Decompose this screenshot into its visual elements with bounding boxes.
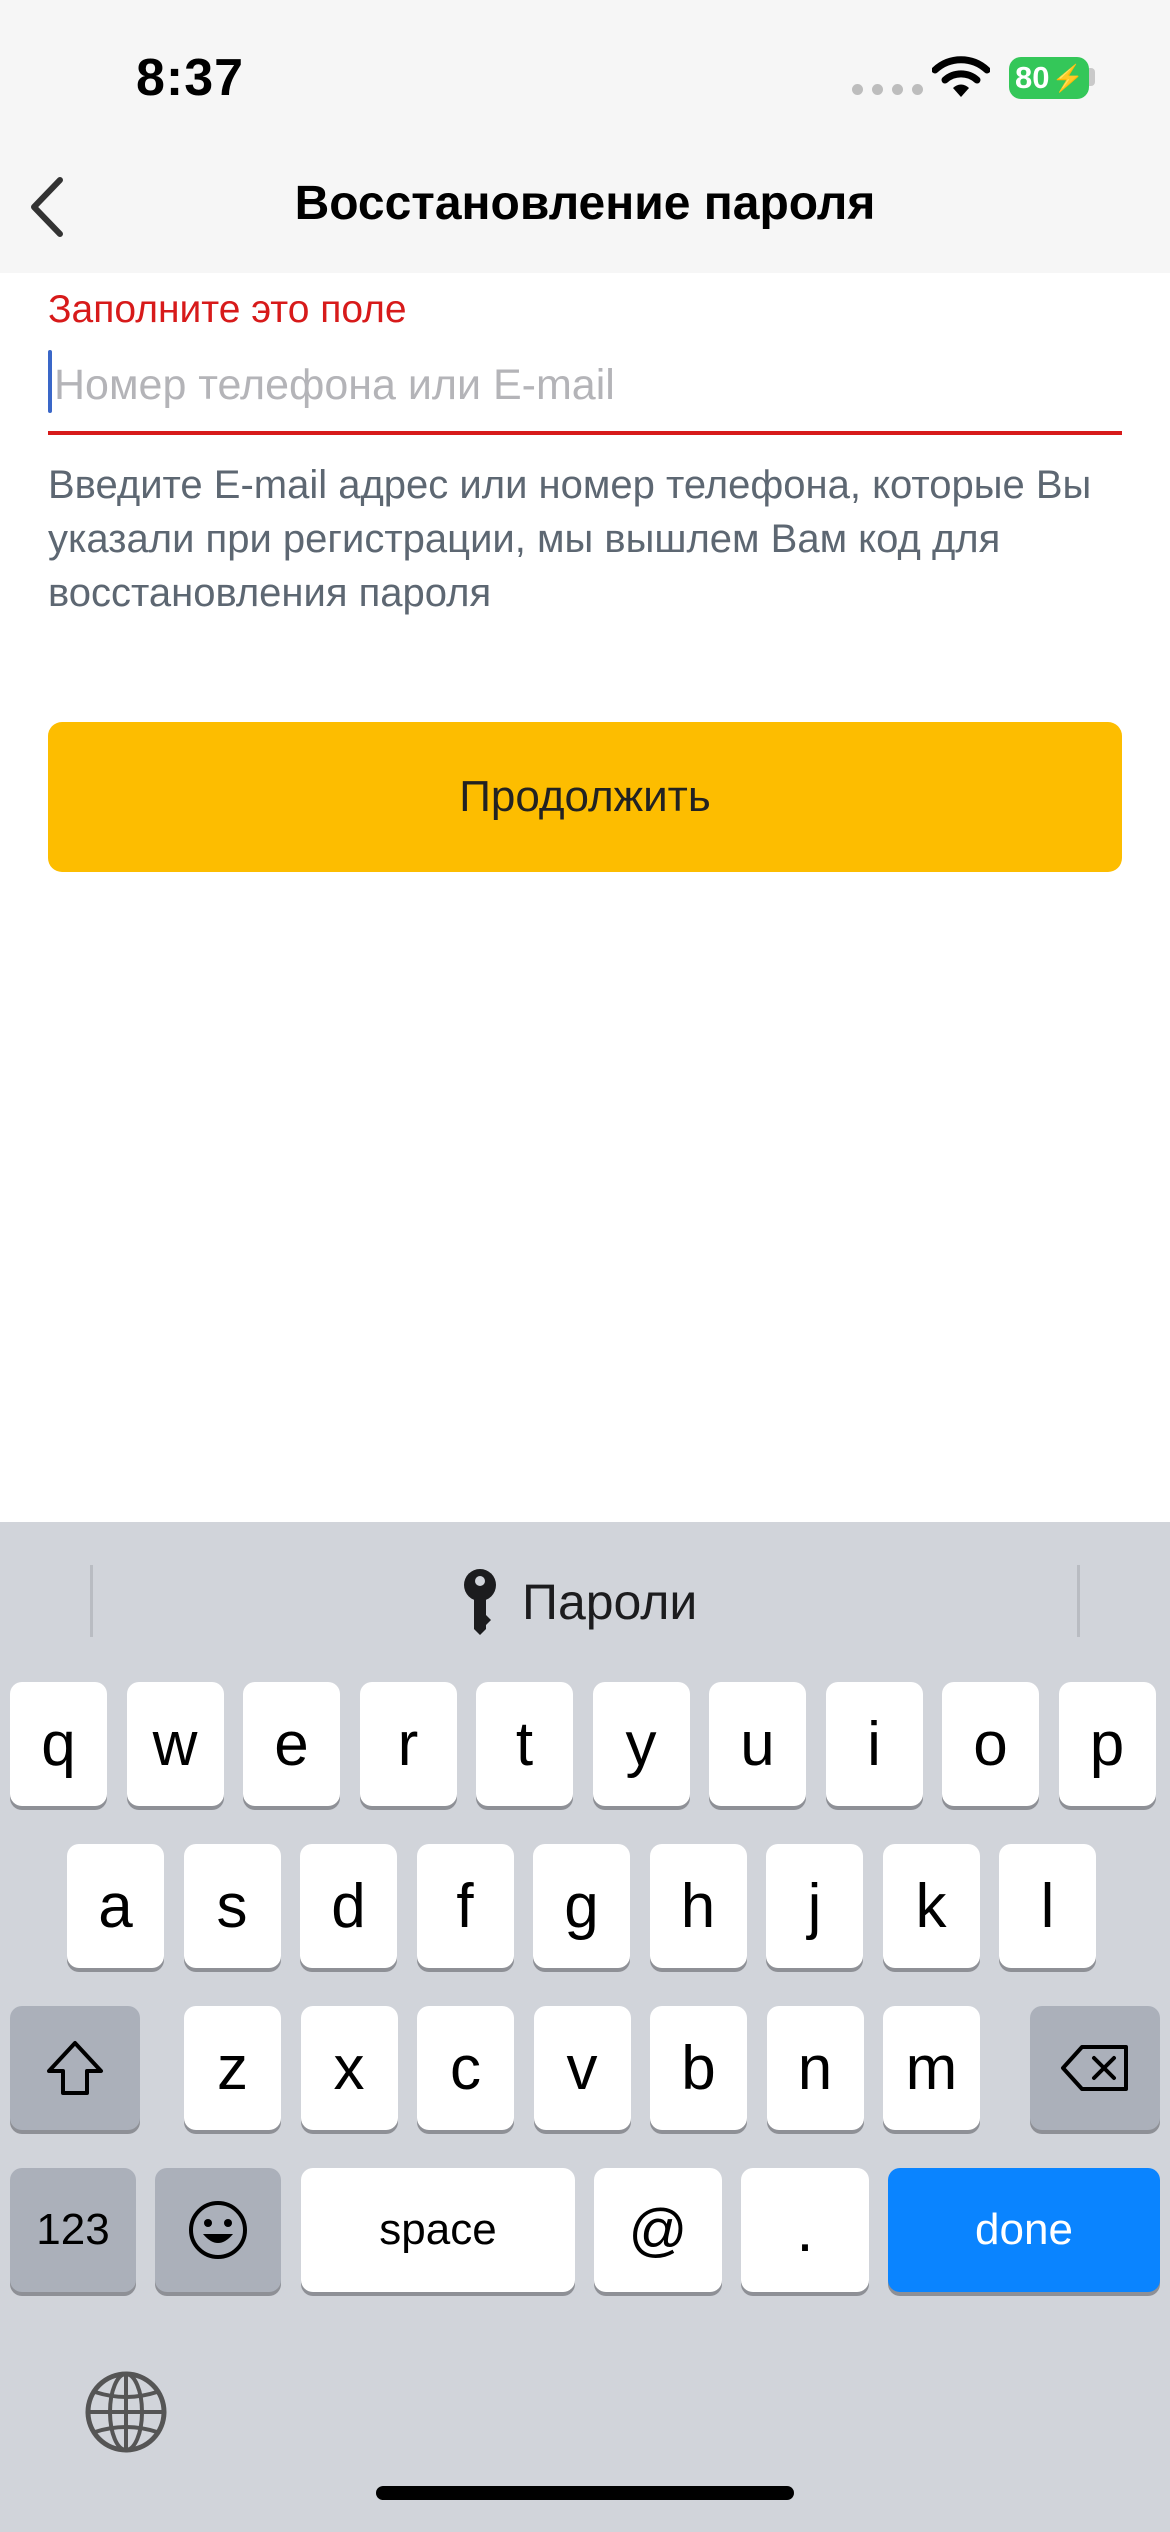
key-t[interactable]: t [476,1682,573,1806]
shift-icon [47,2041,103,2095]
passwords-suggestion-label: Пароли [522,1574,698,1630]
key-v[interactable]: v [533,2006,631,2130]
emoji-key[interactable] [155,2168,281,2292]
suggestion-divider [1077,1565,1080,1637]
key-m[interactable]: m [883,2006,980,2130]
dot-key[interactable]: . [741,2168,869,2292]
key-d[interactable]: d [300,1844,397,1968]
key-g[interactable]: g [533,1844,630,1968]
key-r[interactable]: r [359,1682,457,1806]
status-time: 8:37 [136,49,245,107]
key-y[interactable]: y [592,1682,690,1806]
keyboard-row-3: zxcvbnm [0,2006,1170,2134]
numbers-key[interactable]: 123 [10,2168,136,2292]
home-indicator [376,2486,794,2500]
phone-email-input[interactable] [48,345,1128,425]
key-x[interactable]: x [300,2006,398,2130]
text-caret [48,350,52,413]
key-p[interactable]: p [1058,1682,1156,1806]
key-q[interactable]: q [10,1682,107,1806]
phone-email-field[interactable] [48,345,1128,435]
key-u[interactable]: u [709,1682,806,1806]
key-z[interactable]: z [184,2006,281,2130]
backspace-icon [1061,2045,1128,2091]
field-error-message: Заполните это поле [48,288,407,331]
globe-icon[interactable] [84,2370,168,2454]
key-icon [464,1569,496,1635]
keyboard-row-1: qwertyuiop [0,1682,1170,1810]
key-n[interactable]: n [766,2006,864,2130]
shift-key[interactable] [10,2006,140,2130]
key-f[interactable]: f [416,1844,514,1968]
suggestion-divider [90,1565,93,1637]
keyboard-row-2: asdfghjkl [0,1844,1170,1972]
delete-key[interactable] [1030,2006,1160,2130]
done-key[interactable]: done [888,2168,1160,2292]
keyboard-row-4: 123 space @ . done [0,2168,1170,2296]
page-title: Восстановление пароля [294,177,876,230]
key-h[interactable]: h [649,1844,747,1968]
key-b[interactable]: b [650,2006,747,2130]
wifi-icon [932,56,990,97]
key-w[interactable]: w [126,1682,224,1806]
key-e[interactable]: e [243,1682,340,1806]
cellular-signal-icon [852,84,923,95]
battery-level: 80 [1015,60,1050,95]
space-key[interactable]: space [301,2168,575,2292]
key-i[interactable]: i [825,1682,923,1806]
key-j[interactable]: j [766,1844,863,1968]
key-o[interactable]: o [942,1682,1039,1806]
passwords-suggestion[interactable]: Пароли [460,1560,697,1644]
top-bar [0,0,1170,273]
at-key[interactable]: @ [594,2168,722,2292]
emoji-icon [189,2201,247,2259]
key-c[interactable]: c [417,2006,514,2130]
battery-tip [1089,68,1095,86]
charging-bolt-icon: ⚡ [1051,62,1084,93]
field-hint: Введите E-mail адрес или номер телефона,… [48,463,1092,615]
key-s[interactable]: s [183,1844,281,1968]
battery-icon: 80 ⚡ [1009,57,1089,99]
continue-button[interactable]: Продолжить [48,722,1122,872]
key-a[interactable]: a [67,1844,164,1968]
key-l[interactable]: l [999,1844,1096,1968]
key-k[interactable]: k [882,1844,980,1968]
